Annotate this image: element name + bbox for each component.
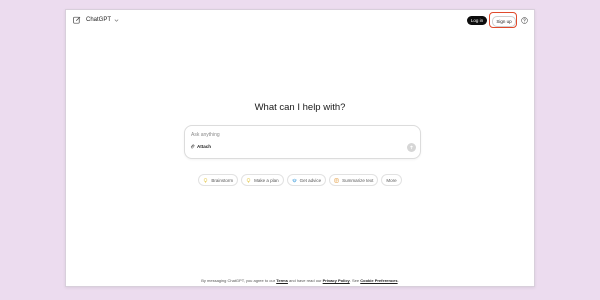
footer-see: . See xyxy=(349,278,360,283)
graduation-cap-icon xyxy=(291,178,297,182)
chip-brainstorm[interactable]: Brainstorm xyxy=(198,174,239,186)
chip-label: Make a plan xyxy=(254,177,279,183)
cookie-preferences-link[interactable]: Cookie Preferences xyxy=(360,278,397,283)
chip-label: More xyxy=(386,177,397,183)
chip-label: Get advice xyxy=(299,177,322,183)
log-in-button[interactable]: Log in xyxy=(467,16,487,25)
help-icon[interactable] xyxy=(521,17,528,24)
terms-link[interactable]: Terms xyxy=(276,278,288,283)
footer-middle: and have read our xyxy=(289,278,322,283)
suggestion-chips: Brainstorm Make a plan Get advice Summar… xyxy=(66,174,534,186)
chip-more[interactable]: More xyxy=(381,174,402,186)
attach-label: Attach xyxy=(197,144,212,149)
top-bar: ChatGPT Log in Sign up xyxy=(66,10,534,32)
prompt-input[interactable] xyxy=(189,130,391,139)
privacy-policy-link[interactable]: Privacy Policy xyxy=(323,278,350,283)
chip-make-a-plan[interactable]: Make a plan xyxy=(241,174,284,186)
chip-label: Summarize text xyxy=(342,177,374,183)
document-icon xyxy=(334,177,339,183)
legal-footer: By messaging ChatGPT, you agree to our T… xyxy=(66,278,534,283)
sign-up-button[interactable]: Sign up xyxy=(492,16,516,27)
send-button[interactable] xyxy=(407,143,416,152)
footer-prefix: By messaging ChatGPT, you agree to our xyxy=(201,278,276,283)
page-title: What can I help with? xyxy=(254,102,346,113)
brand-label: ChatGPT xyxy=(86,17,112,23)
chip-label: Brainstorm xyxy=(211,177,234,183)
lightbulb-icon xyxy=(246,177,251,182)
chevron-down-icon xyxy=(114,18,119,22)
lightbulb-icon xyxy=(204,177,208,182)
model-selector[interactable]: ChatGPT xyxy=(86,17,119,23)
chip-get-advice[interactable]: Get advice xyxy=(286,174,327,186)
attach-button[interactable]: Attach xyxy=(190,144,211,149)
browser-window: ChatGPT Log in Sign up What can I help w… xyxy=(65,9,535,287)
new-chat-icon[interactable] xyxy=(73,16,81,24)
footer-suffix: . xyxy=(397,278,399,283)
paperclip-icon xyxy=(190,144,195,149)
prompt-composer: Attach xyxy=(184,125,421,159)
chip-summarize-text[interactable]: Summarize text xyxy=(329,174,379,186)
arrow-up-icon xyxy=(410,145,413,150)
